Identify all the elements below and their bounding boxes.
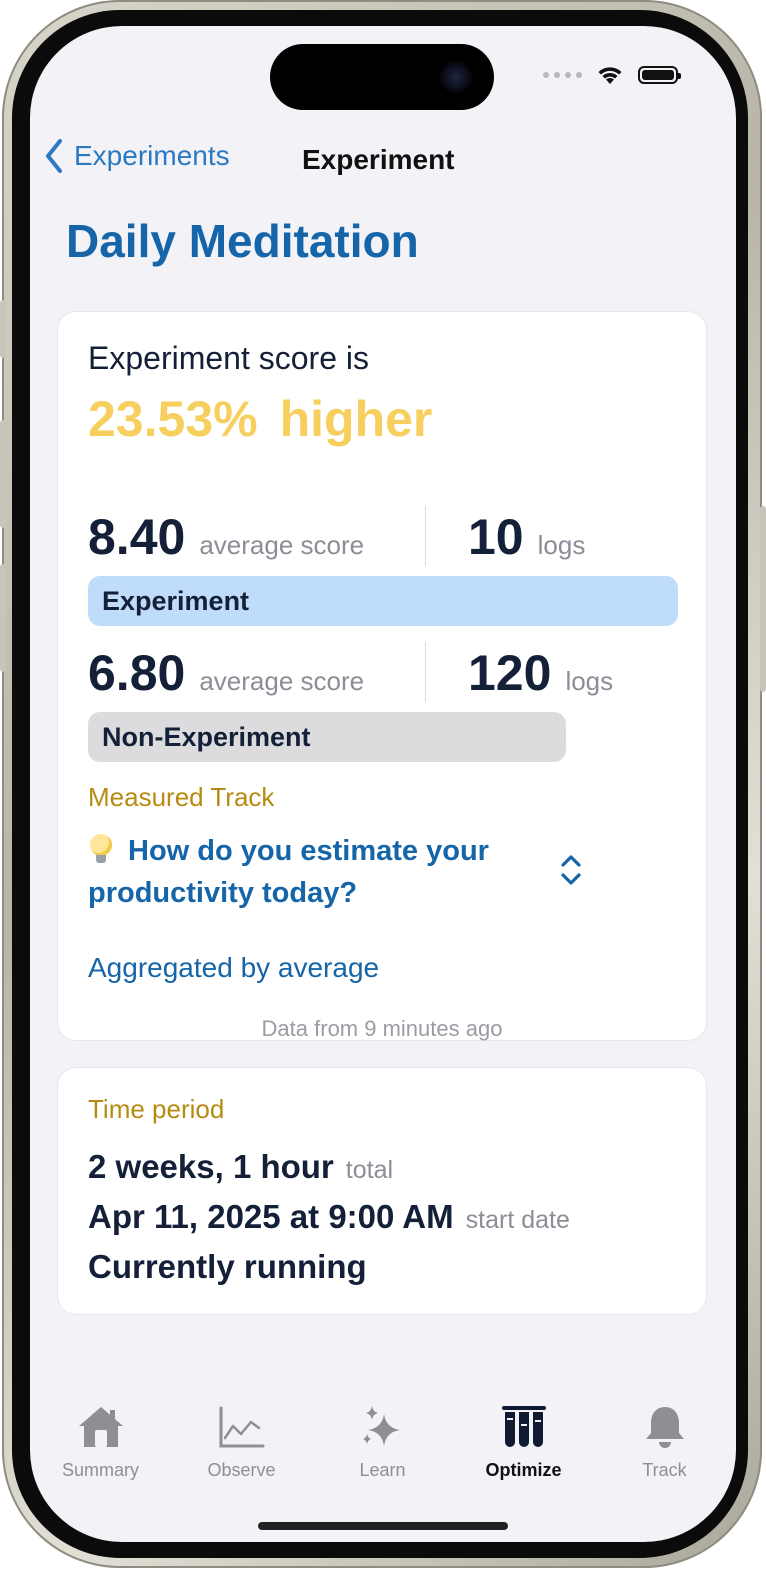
tab-optimize[interactable]: Optimize bbox=[453, 1404, 594, 1484]
score-percent: 23.53% bbox=[88, 391, 258, 447]
experiment-stats: 8.40 average score 10 logs bbox=[88, 502, 676, 566]
score-direction: higher bbox=[279, 391, 433, 447]
back-button[interactable]: Experiments bbox=[44, 138, 230, 174]
tab-observe[interactable]: Observe bbox=[171, 1404, 312, 1484]
tab-track-label: Track bbox=[642, 1460, 687, 1480]
non-experiment-label-pill: Non-Experiment bbox=[88, 712, 566, 762]
status-bar-icons bbox=[543, 64, 681, 86]
stat-divider bbox=[425, 642, 426, 702]
experiment-average: 8.40 average score bbox=[88, 508, 364, 566]
non-experiment-logs-value: 120 bbox=[468, 645, 552, 701]
screen: Experiments Experiment Daily Meditation … bbox=[30, 26, 736, 1542]
chevron-left-icon bbox=[46, 139, 62, 173]
tab-track[interactable]: Track bbox=[594, 1404, 735, 1484]
experiment-logs-value: 10 bbox=[468, 509, 524, 565]
non-experiment-stats: 6.80 average score 120 logs bbox=[88, 638, 676, 702]
tab-bar: Summary Observe Learn Optimize Track bbox=[30, 1404, 736, 1484]
tab-learn-label: Learn bbox=[359, 1460, 406, 1480]
action-button bbox=[0, 300, 6, 358]
experiment-status: Currently running bbox=[88, 1248, 367, 1285]
measured-track-question-text: How do you estimate your productivity to… bbox=[88, 835, 489, 909]
experiment-logs: 10 logs bbox=[468, 508, 585, 566]
home-indicator[interactable] bbox=[258, 1522, 508, 1530]
duration-row: 2 weeks, 1 hour total bbox=[88, 1148, 393, 1186]
lightbulb-icon bbox=[88, 834, 114, 864]
measured-track-label: Measured Track bbox=[88, 782, 275, 812]
measured-track-question[interactable]: How do you estimate your productivity to… bbox=[88, 830, 548, 914]
score-intro: Experiment score is bbox=[88, 340, 369, 376]
tab-summary-label: Summary bbox=[61, 1460, 139, 1480]
test-tubes-icon bbox=[501, 1406, 546, 1447]
tab-optimize-label: Optimize bbox=[485, 1460, 562, 1480]
tab-summary[interactable]: Summary bbox=[30, 1404, 171, 1484]
start-date-unit: start date bbox=[465, 1206, 570, 1234]
signal-dots-icon bbox=[543, 72, 582, 78]
nav-title: Experiment bbox=[302, 144, 455, 175]
house-icon bbox=[78, 1407, 123, 1447]
sparkles-icon bbox=[362, 1406, 400, 1446]
experiment-logs-unit: logs bbox=[537, 530, 586, 560]
duration-unit: total bbox=[345, 1156, 394, 1184]
score-difference: 23.53% higher bbox=[88, 390, 432, 448]
time-period-card: Time period 2 weeks, 1 hour total Apr 11… bbox=[58, 1068, 706, 1314]
data-freshness: Data from 9 minutes ago bbox=[261, 1016, 503, 1041]
tab-learn[interactable]: Learn bbox=[312, 1404, 453, 1484]
power-button bbox=[760, 506, 766, 692]
non-experiment-average-value: 6.80 bbox=[88, 645, 186, 701]
battery-icon bbox=[638, 66, 681, 84]
back-button-label: Experiments bbox=[74, 140, 230, 171]
chart-line-icon bbox=[219, 1406, 264, 1448]
dynamic-island bbox=[270, 44, 494, 110]
stat-divider bbox=[425, 506, 426, 566]
page-title: Daily Meditation bbox=[66, 215, 419, 267]
volume-down-button bbox=[0, 564, 6, 672]
aggregation-link[interactable]: Aggregated by average bbox=[88, 952, 379, 984]
navigation-bar: Experiments Experiment bbox=[30, 138, 736, 182]
non-experiment-average: 6.80 average score bbox=[88, 644, 364, 702]
experiment-average-value: 8.40 bbox=[88, 509, 186, 565]
tab-observe-label: Observe bbox=[207, 1460, 276, 1480]
wifi-icon bbox=[598, 67, 622, 84]
start-date-row: Apr 11, 2025 at 9:00 AM start date bbox=[88, 1198, 570, 1236]
non-experiment-average-unit: average score bbox=[199, 666, 365, 696]
score-card: Experiment score is 23.53% higher 8.40 a… bbox=[58, 312, 706, 1041]
start-date-value: Apr 11, 2025 at 9:00 AM bbox=[88, 1198, 454, 1235]
experiment-label-pill: Experiment bbox=[88, 576, 678, 626]
non-experiment-logs: 120 logs bbox=[468, 644, 613, 702]
chevron-up-down-icon[interactable] bbox=[556, 852, 586, 888]
bell-icon bbox=[645, 1407, 684, 1448]
non-experiment-logs-unit: logs bbox=[565, 666, 614, 696]
camera-icon bbox=[440, 61, 472, 93]
time-period-label: Time period bbox=[88, 1094, 225, 1124]
experiment-average-unit: average score bbox=[199, 530, 365, 560]
duration-value: 2 weeks, 1 hour bbox=[88, 1148, 334, 1185]
volume-up-button bbox=[0, 420, 6, 528]
status-row: Currently running bbox=[88, 1248, 367, 1286]
